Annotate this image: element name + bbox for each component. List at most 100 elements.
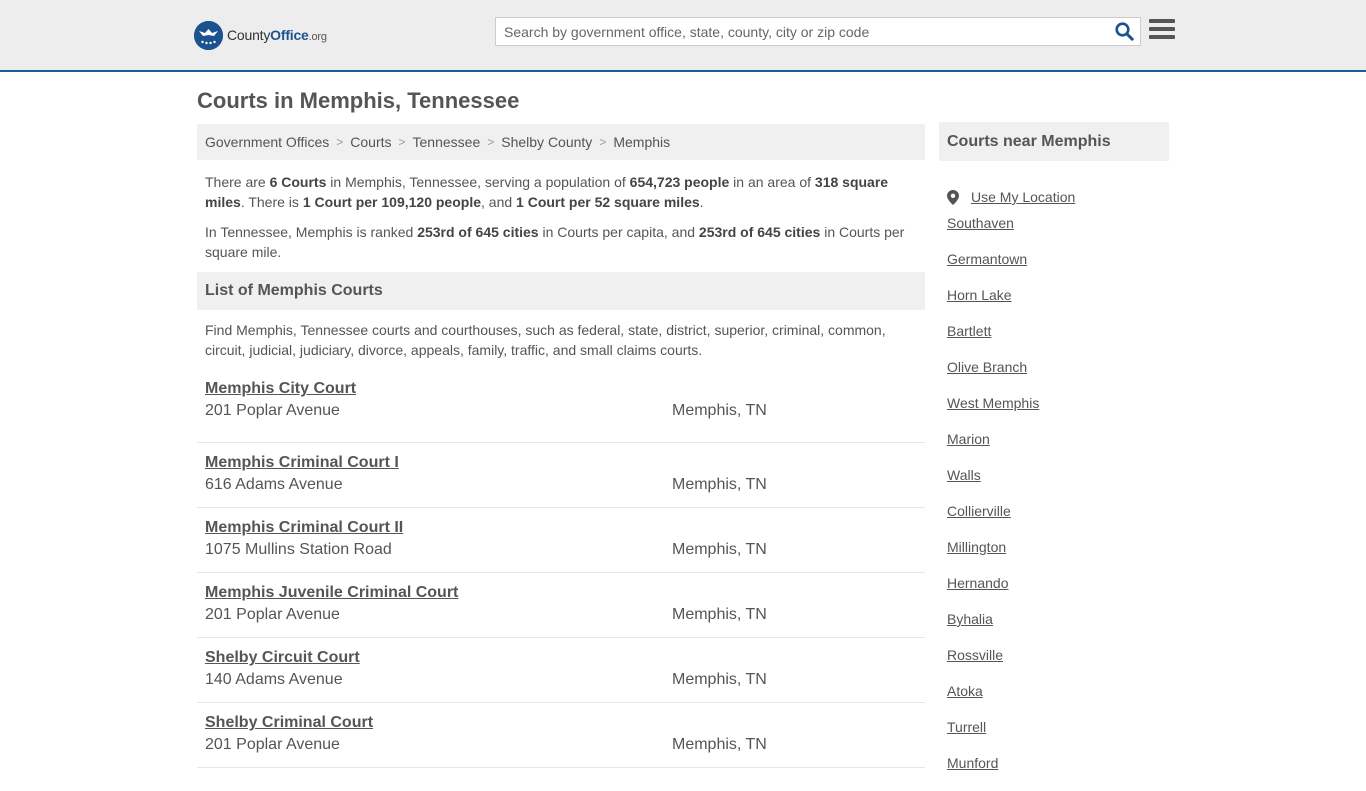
intro-text: There are 6 Courts in Memphis, Tennessee… [197,160,925,262]
rank-per-capita: 253rd of 645 cities [417,224,539,240]
nearby-city-item: Horn Lake [947,287,1161,323]
use-location-item: Use My Location [947,179,1161,215]
text: There are [205,174,270,190]
nearby-city-item: West Memphis [947,395,1161,431]
breadcrumb-government-offices[interactable]: Government Offices [205,134,329,150]
nearby-city-link[interactable]: Horn Lake [947,287,1012,303]
text: , and [481,194,517,210]
logo-seal-icon [194,20,223,50]
nearby-city-item: Olive Branch [947,359,1161,395]
sidebar-title: Courts near Memphis [939,122,1169,161]
court-city: Memphis, TN [672,671,767,688]
search-icon [1114,22,1134,41]
breadcrumb-memphis[interactable]: Memphis [613,134,670,150]
court-address: 140 Adams Avenue [205,671,343,688]
nearby-city-link[interactable]: Germantown [947,251,1027,267]
search-input[interactable] [496,18,1108,45]
nearby-city-link[interactable]: West Memphis [947,395,1039,411]
court-link[interactable]: Memphis Criminal Court II [205,519,403,537]
nearby-city-link[interactable]: Olive Branch [947,359,1027,375]
court-item: Memphis Criminal Court I 616 Adams Avenu… [197,443,925,508]
site-logo[interactable]: CountyOffice.org [194,20,327,50]
nearby-city-link[interactable]: Bartlett [947,323,991,339]
logo-org: .org [308,31,327,43]
nearby-city-link[interactable]: Southaven [947,215,1014,231]
chevron-right-icon: > [398,135,406,149]
nearby-city-item: Byhalia [947,611,1161,647]
court-address: 201 Poplar Avenue [205,402,340,419]
text: . [699,194,704,210]
nearby-city-link[interactable]: Rossville [947,647,1003,663]
main-content: Government Offices > Courts > Tennessee … [197,124,925,768]
nearby-city-link[interactable]: Marion [947,431,990,447]
nearby-city-link[interactable]: Byhalia [947,611,993,627]
nearby-city-item: Walls [947,467,1161,503]
nearby-city-link[interactable]: Millington [947,539,1006,555]
use-my-location-link[interactable]: Use My Location [971,189,1075,205]
chevron-right-icon: > [336,135,344,149]
court-address: 201 Poplar Avenue [205,606,340,623]
breadcrumb-courts[interactable]: Courts [350,134,391,150]
court-link[interactable]: Memphis Criminal Court I [205,454,399,472]
court-details: 1075 Mullins Station Road Memphis, TN [205,541,917,559]
court-item: Shelby Circuit Court 140 Adams Avenue Mem… [197,638,925,703]
court-link[interactable]: Shelby Circuit Court [205,649,360,667]
sidebar: Courts near Memphis Use My Location Sout… [939,122,1169,791]
court-city: Memphis, TN [672,736,767,753]
text: in an area of [729,174,815,190]
nearby-city-item: Rossville [947,647,1161,683]
rank-per-area: 253rd of 645 cities [698,224,821,240]
per-area: 1 Court per 52 square miles [516,194,700,210]
chevron-right-icon: > [599,135,607,149]
nearby-city-link[interactable]: Collierville [947,503,1011,519]
court-details: 201 Poplar Avenue Memphis, TN [205,402,917,420]
court-list: Memphis City Court 201 Poplar Avenue Memp… [197,378,925,768]
nearby-city-item: Southaven [947,215,1161,251]
breadcrumb-tennessee[interactable]: Tennessee [413,134,481,150]
hamburger-menu-icon[interactable] [1149,19,1175,43]
court-city: Memphis, TN [672,402,767,419]
breadcrumb-shelby-county[interactable]: Shelby County [501,134,592,150]
text: . There is [240,194,303,210]
nearby-city-link[interactable]: Turrell [947,719,986,735]
court-city: Memphis, TN [672,606,767,623]
nearby-city-item: Hernando [947,575,1161,611]
population: 654,723 people [629,174,730,190]
nearby-city-link[interactable]: Walls [947,467,981,483]
menu-bar [1149,19,1175,23]
text: in Courts per capita, and [538,224,699,240]
breadcrumb: Government Offices > Courts > Tennessee … [197,124,925,160]
court-item: Memphis City Court 201 Poplar Avenue Memp… [197,378,925,443]
nearby-city-link[interactable]: Atoka [947,683,983,699]
court-details: 140 Adams Avenue Memphis, TN [205,671,917,689]
per-capita: 1 Court per 109,120 people [302,194,481,210]
nearby-city-item: Collierville [947,503,1161,539]
nearby-city-item: Bartlett [947,323,1161,359]
court-link[interactable]: Shelby Criminal Court [205,714,373,732]
text: in Memphis, Tennessee, serving a populat… [326,174,630,190]
court-city: Memphis, TN [672,541,767,558]
court-details: 616 Adams Avenue Memphis, TN [205,476,917,494]
court-details: 201 Poplar Avenue Memphis, TN [205,606,917,624]
court-city: Memphis, TN [672,476,767,493]
menu-bar [1149,27,1175,31]
court-details: 201 Poplar Avenue Memphis, TN [205,736,917,754]
court-count: 6 Courts [269,174,327,190]
logo-wordmark: CountyOffice.org [227,27,327,43]
court-link[interactable]: Memphis Juvenile Criminal Court [205,584,458,602]
logo-county: County [227,27,271,43]
nearby-city-link[interactable]: Munford [947,755,998,771]
nearby-city-item: Atoka [947,683,1161,719]
court-address: 616 Adams Avenue [205,476,343,493]
court-link[interactable]: Memphis City Court [205,380,356,398]
court-list-description: Find Memphis, Tennessee courts and court… [205,322,886,358]
chevron-right-icon: > [487,135,495,149]
nearby-city-list: Use My Location Southaven Germantown Hor… [939,161,1169,791]
search-button[interactable] [1108,18,1140,45]
court-address: 201 Poplar Avenue [205,736,340,753]
search-bar [495,17,1141,46]
location-pin-icon [947,189,959,205]
page-title: Courts in Memphis, Tennessee [197,88,520,113]
site-header: CountyOffice.org [0,0,1366,72]
nearby-city-link[interactable]: Hernando [947,575,1009,591]
